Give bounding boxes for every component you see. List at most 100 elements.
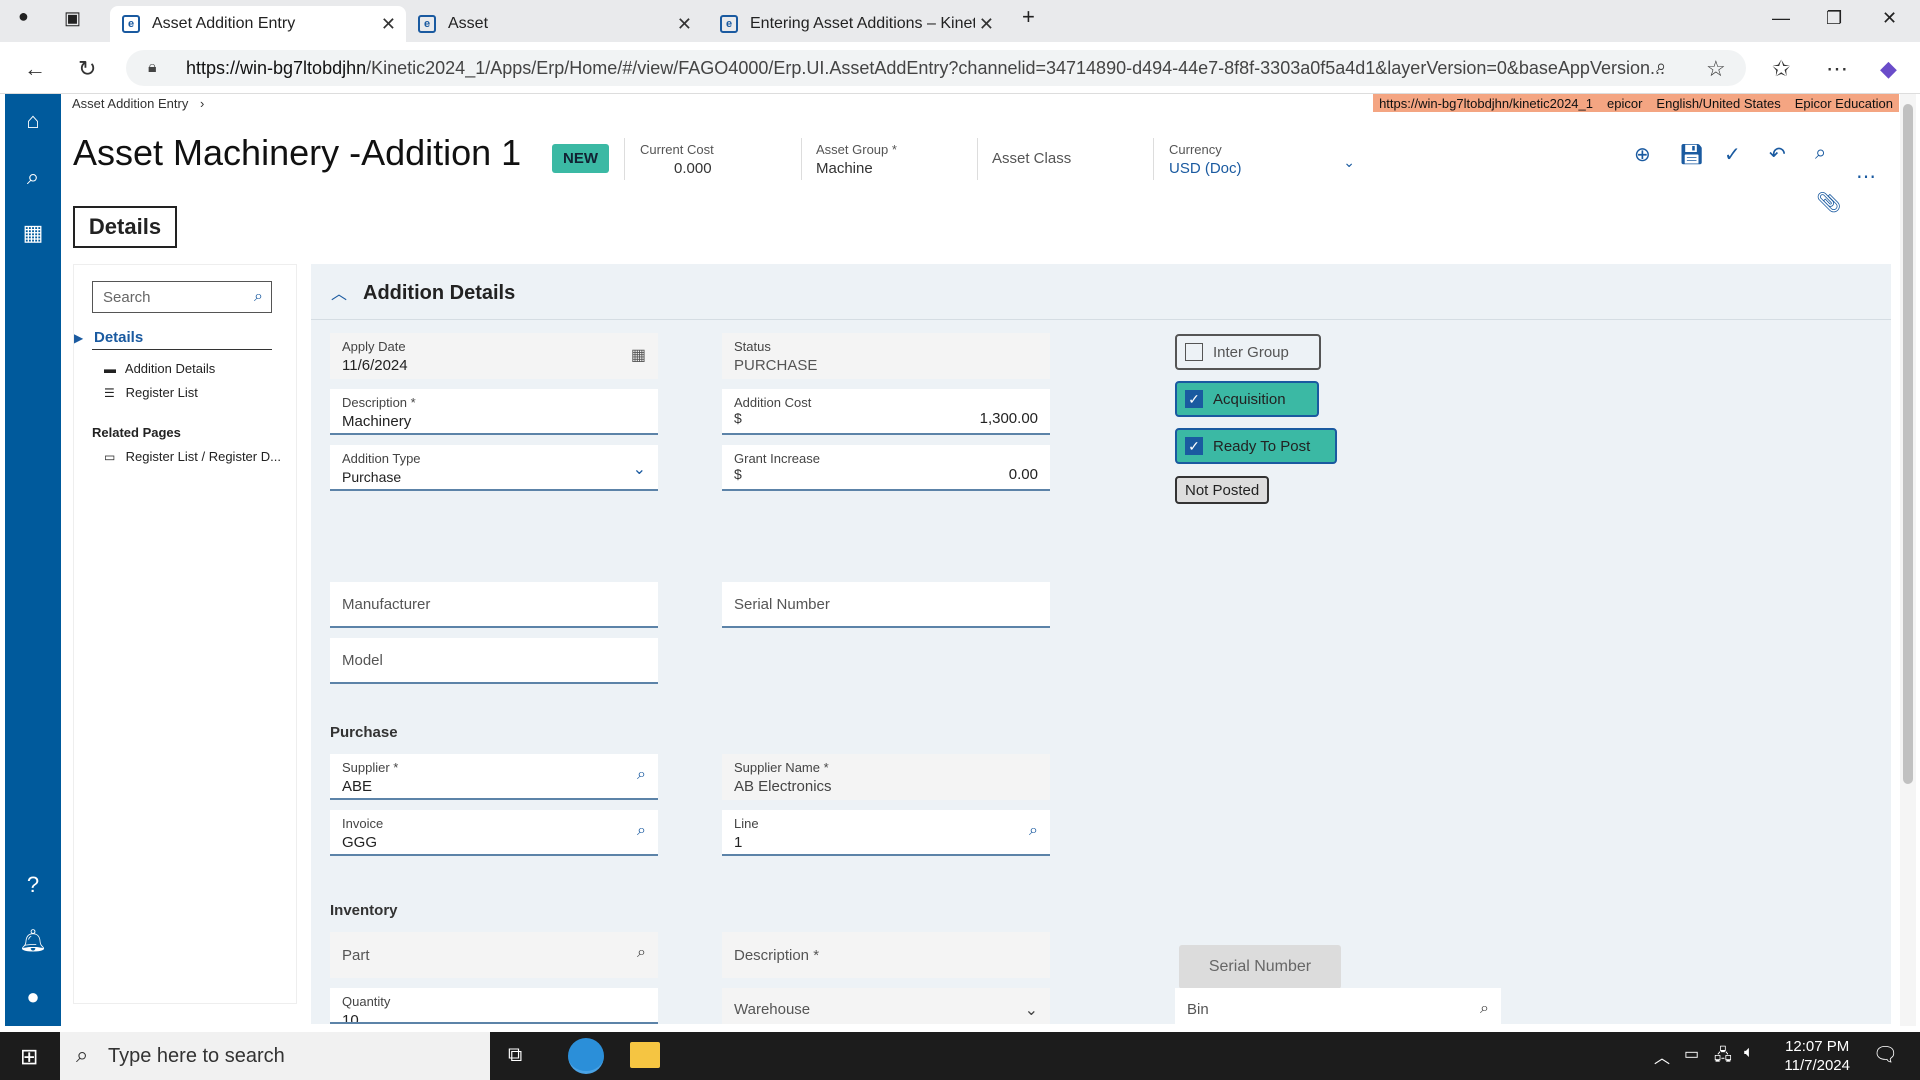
tab-entering-asset-additions[interactable]: e Entering Asset Additions – Kinetic ✕ bbox=[708, 6, 1004, 42]
new-tab-icon[interactable]: + bbox=[1022, 4, 1035, 30]
edge-browser-icon[interactable] bbox=[568, 1038, 604, 1074]
notifications-icon[interactable]: 🗨︎ bbox=[1873, 1042, 1898, 1067]
description-value: Machinery bbox=[342, 413, 412, 430]
currency-field[interactable]: Currency USD (Doc) ⌄ bbox=[1169, 142, 1355, 177]
acquisition-checkbox[interactable]: ✓ Acquisition bbox=[1175, 381, 1319, 417]
chevron-up-icon[interactable]: ︿ bbox=[331, 280, 347, 304]
apply-date-field[interactable]: Apply Date 11/6/2024 ▦ bbox=[330, 333, 658, 379]
currency-label: Currency bbox=[1169, 142, 1222, 157]
status-label: Status bbox=[734, 339, 771, 354]
copilot-icon[interactable]: ◆ bbox=[1880, 56, 1897, 82]
minimize-icon[interactable]: — bbox=[1772, 8, 1790, 29]
serial-number-field[interactable]: Serial Number bbox=[722, 582, 1050, 628]
ready-to-post-checkbox[interactable]: ✓ Ready To Post bbox=[1175, 428, 1337, 464]
add-new-icon[interactable]: ⊕ bbox=[1634, 142, 1651, 167]
undo-icon[interactable]: ↶ bbox=[1769, 142, 1786, 167]
addition-cost-value: 1,300.00 bbox=[979, 410, 1038, 427]
taskbar-search-input[interactable]: ⌕ Type here to search bbox=[60, 1032, 490, 1080]
invoice-field[interactable]: Invoice GGG ⌕ bbox=[330, 810, 658, 856]
file-explorer-icon[interactable] bbox=[630, 1042, 660, 1068]
addition-type-field[interactable]: Addition Type Purchase ⌄ bbox=[330, 445, 658, 491]
attachment-icon[interactable]: 📎︎ bbox=[1816, 190, 1841, 215]
lookup-icon[interactable]: ⌕ bbox=[637, 766, 646, 784]
asset-group-field[interactable]: Asset Group * Machine bbox=[816, 142, 897, 177]
part-field[interactable]: Part ⌕ bbox=[330, 932, 658, 978]
chevron-down-icon[interactable]: ⌄ bbox=[1343, 154, 1355, 171]
line-field[interactable]: Line 1 ⌕ bbox=[722, 810, 1050, 856]
lookup-icon[interactable]: ⌕ bbox=[637, 822, 646, 840]
env-company[interactable]: epicor bbox=[1607, 96, 1642, 111]
lookup-icon[interactable]: ⌕ bbox=[637, 944, 646, 962]
description-field[interactable]: Description * Machinery bbox=[330, 389, 658, 435]
manufacturer-field[interactable]: Manufacturer bbox=[330, 582, 658, 628]
tab-asset-addition-entry[interactable]: e Asset Addition Entry ✕ bbox=[110, 6, 406, 42]
show-hidden-icons-icon[interactable]: ︿ bbox=[1654, 1044, 1670, 1068]
addition-cost-field[interactable]: Addition Cost $ 1,300.00 bbox=[722, 389, 1050, 435]
restore-icon[interactable]: ❐ bbox=[1826, 8, 1842, 29]
favorite-star-icon[interactable]: ☆ bbox=[1706, 56, 1726, 82]
sidebar-item-register-list[interactable]: ☰ Register List bbox=[104, 385, 198, 400]
refresh-icon[interactable]: ↻ bbox=[78, 56, 96, 82]
asset-class-field[interactable]: Asset Class bbox=[992, 150, 1071, 167]
lookup-icon[interactable]: ⌕ bbox=[1480, 1000, 1489, 1018]
chevron-down-icon[interactable]: ⌄ bbox=[1025, 1000, 1038, 1020]
user-profile-icon[interactable]: ● bbox=[5, 984, 61, 1010]
volume-icon[interactable]: 🔈︎ bbox=[1744, 1044, 1754, 1062]
calendar-icon[interactable]: ▦ bbox=[631, 345, 646, 365]
notifications-bell-icon[interactable]: 🔔︎ bbox=[5, 928, 61, 954]
more-options-icon[interactable]: ⋯ bbox=[1856, 164, 1876, 189]
profile-icon[interactable]: ● bbox=[18, 6, 29, 27]
quantity-field[interactable]: Quantity 10 bbox=[330, 988, 658, 1024]
zoom-icon[interactable]: ⌕ bbox=[1656, 56, 1666, 77]
grant-increase-field[interactable]: Grant Increase $ 0.00 bbox=[722, 445, 1050, 491]
search-icon[interactable]: ⌕ bbox=[254, 288, 263, 306]
sidebar-item-addition-details[interactable]: ▬ Addition Details bbox=[104, 361, 215, 376]
close-window-icon[interactable]: ✕ bbox=[1882, 8, 1897, 29]
clear-icon[interactable]: ✓ bbox=[1724, 142, 1741, 167]
close-icon[interactable]: ✕ bbox=[677, 14, 692, 35]
vertical-scrollbar[interactable] bbox=[1900, 94, 1916, 1026]
save-icon[interactable]: 💾︎ bbox=[1679, 142, 1704, 167]
favorites-icon[interactable]: ✩ bbox=[1772, 56, 1790, 82]
lock-icon: 🔒︎ bbox=[148, 59, 157, 76]
task-view-icon[interactable]: ⧉ bbox=[508, 1044, 522, 1067]
tab-asset[interactable]: e Asset ✕ bbox=[406, 6, 702, 42]
supplier-field[interactable]: Supplier * ABE ⌕ bbox=[330, 754, 658, 800]
sidebar-search-input[interactable]: Search ⌕ bbox=[92, 281, 272, 313]
warehouse-field[interactable]: Warehouse ⌄ bbox=[722, 988, 1050, 1024]
breadcrumb-item[interactable]: Asset Addition Entry bbox=[72, 96, 188, 111]
section-header[interactable]: ︿ Addition Details bbox=[311, 264, 1891, 320]
env-site[interactable]: Epicor Education bbox=[1795, 96, 1893, 111]
close-icon[interactable]: ✕ bbox=[974, 13, 994, 35]
close-icon[interactable]: ✕ bbox=[381, 14, 396, 35]
help-icon[interactable]: ? bbox=[5, 872, 61, 898]
more-icon[interactable]: ⋯ bbox=[1826, 56, 1848, 82]
url-field[interactable]: 🔒︎ https://win-bg7ltobdjhn/Kinetic2024_1… bbox=[126, 50, 1746, 86]
apps-grid-icon[interactable]: ▦ bbox=[5, 220, 61, 246]
caret-right-icon[interactable]: ▶ bbox=[74, 331, 83, 345]
search-icon[interactable]: ⌕ bbox=[5, 164, 61, 190]
part-placeholder: Part bbox=[342, 946, 370, 964]
breadcrumb[interactable]: Asset Addition Entry › bbox=[72, 96, 204, 111]
model-field[interactable]: Model bbox=[330, 638, 658, 684]
related-page-register-list[interactable]: ▭ Register List / Register D... bbox=[104, 449, 281, 464]
lookup-icon[interactable]: ⌕ bbox=[1029, 822, 1038, 840]
env-language[interactable]: English/United States bbox=[1656, 96, 1780, 111]
quantity-label: Quantity bbox=[342, 994, 391, 1009]
tab-details[interactable]: Details bbox=[73, 206, 177, 248]
serial-number-button[interactable]: Serial Number bbox=[1179, 945, 1341, 989]
bin-field[interactable]: Bin ⌕ bbox=[1175, 988, 1501, 1024]
windows-start-icon[interactable]: ⊞ bbox=[20, 1044, 38, 1070]
home-icon[interactable]: ⌂ bbox=[5, 108, 61, 134]
taskbar-clock[interactable]: 12:07 PM 11/7/2024 bbox=[1784, 1037, 1850, 1075]
nav-header-details[interactable]: Details bbox=[94, 329, 143, 346]
back-icon[interactable]: ← bbox=[24, 56, 46, 82]
page-title: Asset Machinery -Addition 1 bbox=[73, 132, 522, 173]
tab-actions-icon[interactable]: ▣ bbox=[64, 8, 81, 29]
inventory-description-field[interactable]: Description * bbox=[722, 932, 1050, 978]
network-icon[interactable]: 🖧︎ bbox=[1714, 1044, 1732, 1071]
inter-group-checkbox[interactable]: Inter Group bbox=[1175, 334, 1321, 370]
battery-icon[interactable]: ▭ bbox=[1684, 1044, 1699, 1064]
chevron-down-icon[interactable]: ⌄ bbox=[633, 459, 646, 479]
search-icon[interactable]: ⌕ bbox=[1815, 142, 1826, 165]
